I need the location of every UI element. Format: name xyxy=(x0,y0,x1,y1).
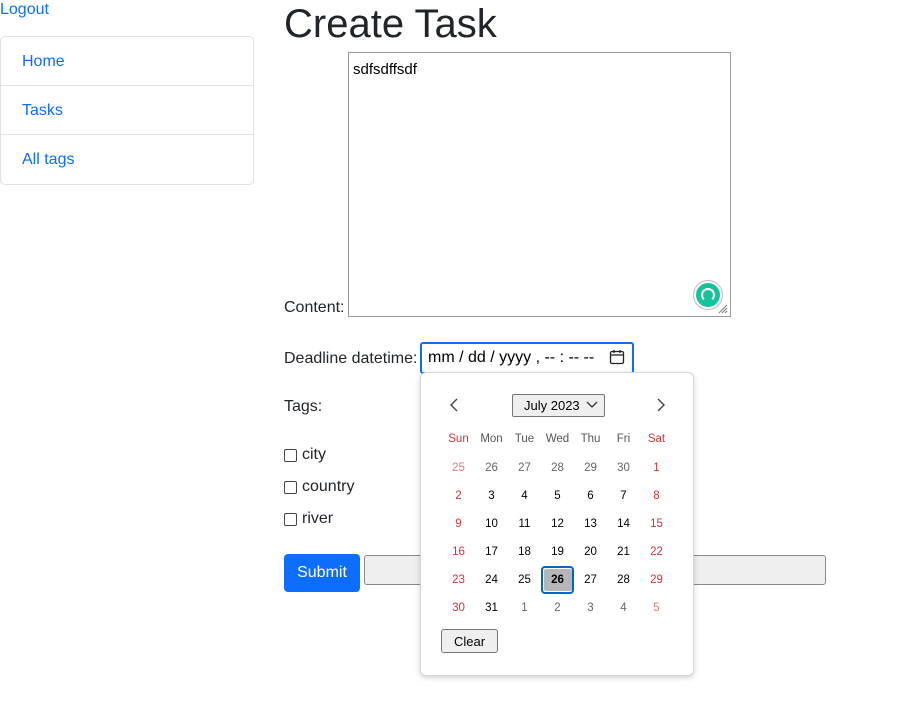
calendar-day[interactable]: 21 xyxy=(607,538,640,566)
checkbox[interactable] xyxy=(284,480,297,494)
month-year-select[interactable]: July 2023 xyxy=(512,394,605,417)
weekday-label: Thu xyxy=(580,433,601,445)
tag-option-city[interactable]: city xyxy=(284,446,326,464)
calendar-day[interactable]: 13 xyxy=(574,510,607,538)
month-year-label: July 2023 xyxy=(524,398,580,413)
calendar-day[interactable]: 12 xyxy=(541,510,574,538)
calendar-day[interactable]: 25 xyxy=(442,454,475,482)
calendar-day[interactable]: 30 xyxy=(442,594,475,622)
calendar-day[interactable]: 24 xyxy=(475,566,508,594)
selected-day-label: 26 xyxy=(543,569,572,591)
calendar-day[interactable]: 27 xyxy=(508,454,541,482)
logout-link[interactable]: Logout xyxy=(0,1,49,19)
calendar-day[interactable]: 25 xyxy=(508,566,541,594)
calendar-day[interactable]: 11 xyxy=(508,510,541,538)
weekday-header: Sun Mon Tue Wed Thu Fri Sat xyxy=(442,433,673,445)
calendar-icon[interactable] xyxy=(609,349,625,365)
calendar-day[interactable]: 2 xyxy=(541,594,574,622)
submit-button[interactable]: Submit xyxy=(284,554,360,592)
calendar-day[interactable]: 2 xyxy=(442,482,475,510)
calendar-day[interactable]: 28 xyxy=(607,566,640,594)
calendar-day[interactable]: 5 xyxy=(541,482,574,510)
calendar-day[interactable]: 29 xyxy=(640,566,673,594)
tags-label: Tags: xyxy=(284,398,323,415)
calendar-day[interactable]: 26 xyxy=(475,454,508,482)
calendar-day-selected[interactable]: 26 xyxy=(541,566,574,594)
tag-label: city xyxy=(302,446,326,463)
calendar-day[interactable]: 4 xyxy=(508,482,541,510)
chevron-right-icon xyxy=(657,398,665,412)
deadline-datetime-input[interactable]: mm / dd / yyyy , -- : -- -- xyxy=(420,342,634,374)
calendar-day[interactable]: 5 xyxy=(640,594,673,622)
weekday-label: Sun xyxy=(448,433,469,445)
calendar-day[interactable]: 4 xyxy=(607,594,640,622)
calendar-day[interactable]: 18 xyxy=(508,538,541,566)
calendar-day[interactable]: 3 xyxy=(475,482,508,510)
tag-label: country xyxy=(302,478,355,495)
content-text: sdfsdffsdf xyxy=(353,61,417,78)
sidebar-item-tasks[interactable]: Tasks xyxy=(1,86,253,135)
resize-grip-icon[interactable] xyxy=(718,304,728,314)
content-label: Content: xyxy=(284,299,345,316)
calendar-day[interactable]: 19 xyxy=(541,538,574,566)
calendar-day[interactable]: 30 xyxy=(607,454,640,482)
calendar-day[interactable]: 1 xyxy=(508,594,541,622)
weekday-label: Tue xyxy=(514,433,535,445)
weekday-label: Fri xyxy=(616,433,631,445)
calendar-day[interactable]: 27 xyxy=(574,566,607,594)
weekday-label: Wed xyxy=(545,433,570,445)
sidebar-item-all-tags[interactable]: All tags xyxy=(1,135,253,184)
calendar-day[interactable]: 8 xyxy=(640,482,673,510)
checkbox[interactable] xyxy=(284,512,297,526)
next-month-button[interactable] xyxy=(654,395,668,415)
calendar-day[interactable]: 28 xyxy=(541,454,574,482)
calendar-day[interactable]: 7 xyxy=(607,482,640,510)
chevron-left-icon xyxy=(450,398,458,412)
weekday-label: Sat xyxy=(647,433,666,445)
calendar-day[interactable]: 10 xyxy=(475,510,508,538)
calendar-day[interactable]: 16 xyxy=(442,538,475,566)
calendar-day[interactable]: 15 xyxy=(640,510,673,538)
calendar-day[interactable]: 23 xyxy=(442,566,475,594)
calendar-day[interactable]: 22 xyxy=(640,538,673,566)
content-textarea[interactable]: sdfsdffsdf xyxy=(348,52,731,317)
weekday-label: Mon xyxy=(480,433,503,445)
calendar-day[interactable]: 17 xyxy=(475,538,508,566)
chevron-down-icon xyxy=(586,401,598,408)
tag-option-river[interactable]: river xyxy=(284,510,333,528)
sidebar: Home Tasks All tags xyxy=(0,36,254,185)
deadline-value: mm / dd / yyyy , -- : -- -- xyxy=(428,349,595,366)
tag-label: river xyxy=(302,510,334,527)
checkbox[interactable] xyxy=(284,448,297,462)
sidebar-item-home[interactable]: Home xyxy=(1,37,253,86)
previous-month-button[interactable] xyxy=(447,395,461,415)
calendar-day[interactable]: 20 xyxy=(574,538,607,566)
calendar-day[interactable]: 1 xyxy=(640,454,673,482)
clear-date-button[interactable]: Clear xyxy=(441,629,498,653)
deadline-label: Deadline datetime: xyxy=(284,350,418,367)
calendar-day[interactable]: 9 xyxy=(442,510,475,538)
calendar-day[interactable]: 14 xyxy=(607,510,640,538)
calendar-day-grid: 25 26 27 28 29 30 1 2 3 4 5 6 7 8 9 10 1… xyxy=(442,454,673,622)
calendar-day[interactable]: 31 xyxy=(475,594,508,622)
calendar-day[interactable]: 29 xyxy=(574,454,607,482)
calendar-day[interactable]: 3 xyxy=(574,594,607,622)
date-picker-popup: July 2023 Sun Mon Tue Wed Thu Fri Sat 25… xyxy=(420,372,694,676)
tag-option-country[interactable]: country xyxy=(284,478,354,496)
page-title: Create Task xyxy=(284,2,497,46)
calendar-day[interactable]: 6 xyxy=(574,482,607,510)
